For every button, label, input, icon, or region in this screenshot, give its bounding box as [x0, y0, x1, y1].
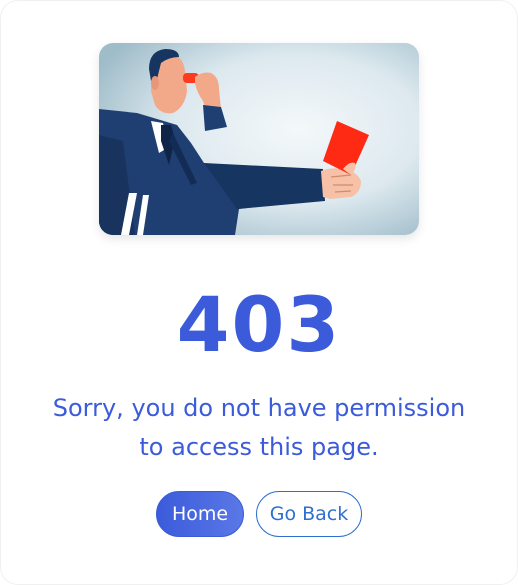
error-code: 403 — [176, 280, 342, 369]
error-message-line-1: Sorry, you do not have permission — [52, 394, 466, 422]
error-message: Sorry, you do not have permission to acc… — [40, 389, 478, 467]
home-button[interactable]: Home — [156, 491, 244, 537]
go-back-button[interactable]: Go Back — [256, 491, 362, 537]
referee-red-card-illustration — [99, 43, 419, 235]
error-card: 403 Sorry, you do not have permission to… — [0, 0, 518, 585]
error-message-line-2: to access this page. — [139, 433, 379, 461]
